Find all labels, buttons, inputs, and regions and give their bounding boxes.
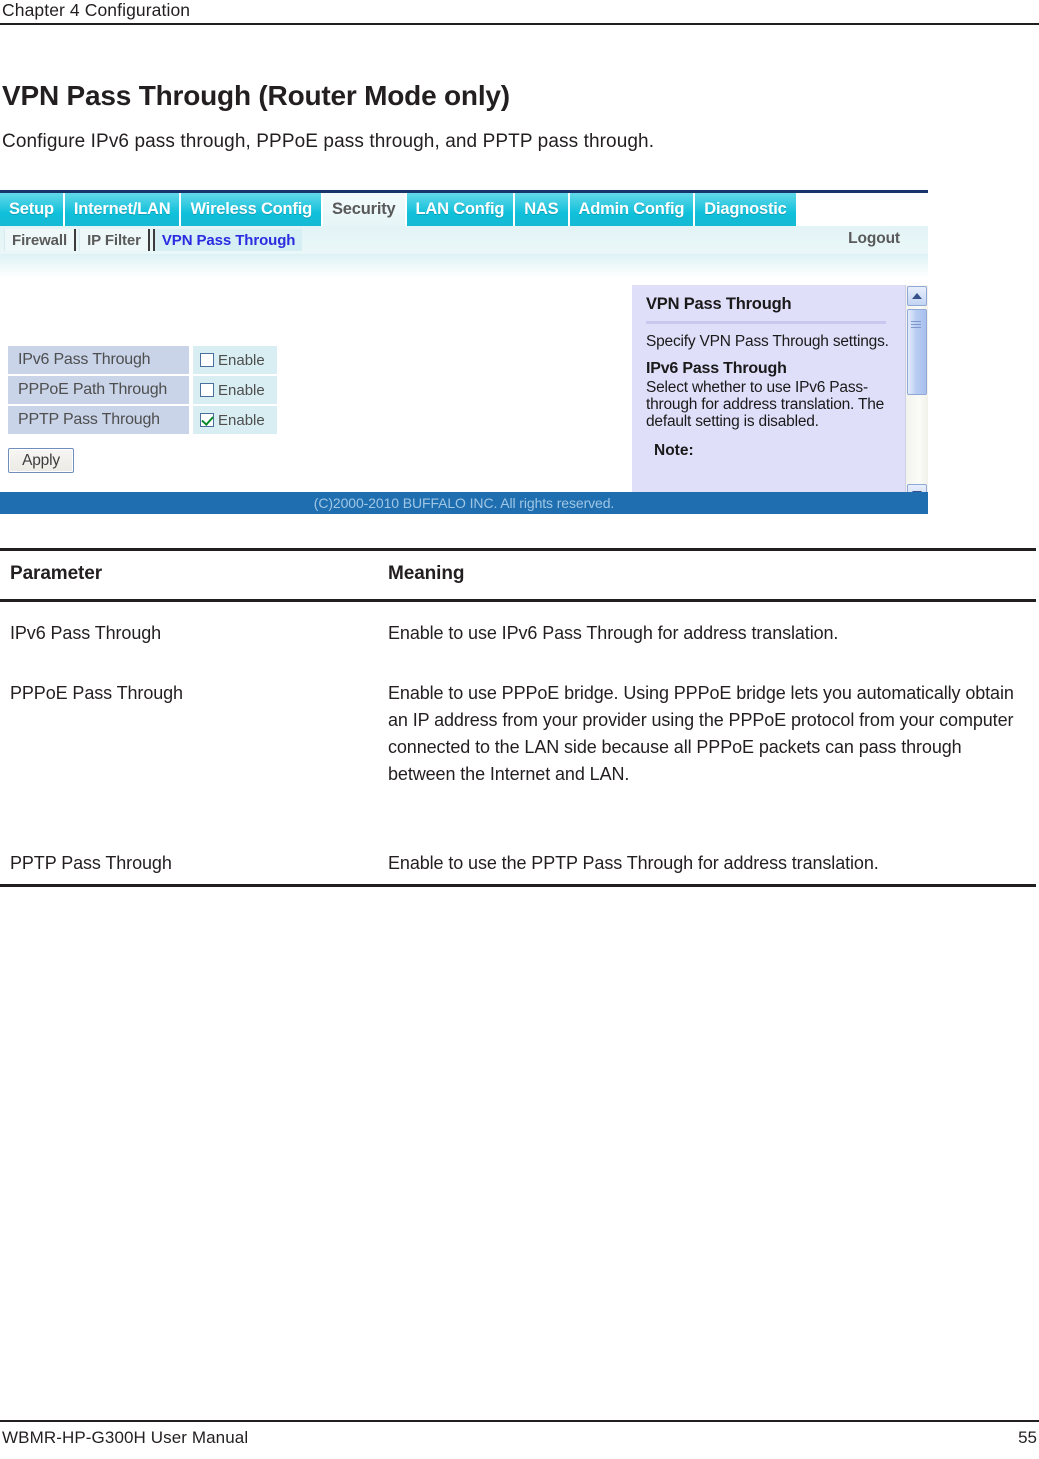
cell-parameter: PPPoE Pass Through bbox=[10, 683, 183, 703]
scrollbar-grip-icon bbox=[911, 321, 921, 330]
help-title: VPN Pass Through bbox=[646, 295, 792, 313]
setting-label-pptp: PPTP Pass Through bbox=[8, 406, 189, 434]
checkbox-pptp-enable[interactable] bbox=[200, 413, 214, 427]
column-header-parameter: Parameter bbox=[10, 563, 103, 584]
page-title: VPN Pass Through (Router Mode only) bbox=[2, 80, 510, 111]
help-panel-content: VPN Pass Through Specify VPN Pass Throug… bbox=[646, 295, 898, 460]
screenshot-copyright-bar: (C)2000-2010 BUFFALO INC. All rights res… bbox=[0, 492, 928, 514]
help-intro-text: Specify VPN Pass Through settings. bbox=[646, 333, 889, 350]
parameter-meaning-table: Parameter Meaning IPv6 Pass Through Enab… bbox=[0, 548, 1036, 887]
subnav-item-ip-filter[interactable]: IP Filter bbox=[79, 229, 150, 251]
help-divider bbox=[646, 321, 886, 324]
footer-manual-name: WBMR-HP-G300H User Manual bbox=[2, 1428, 249, 1447]
footer-page-number: 55 bbox=[1018, 1428, 1037, 1447]
setting-label-ipv6: IPv6 Pass Through bbox=[8, 346, 189, 374]
logout-link[interactable]: Logout bbox=[848, 230, 900, 248]
chevron-up-icon bbox=[912, 293, 922, 299]
help-panel-scrollbar[interactable] bbox=[905, 285, 928, 505]
help-note-label: Note: bbox=[654, 442, 694, 459]
copyright-text: (C)2000-2010 BUFFALO INC. All rights res… bbox=[313, 495, 615, 511]
table-row: PPTP Pass Through Enable to use the PPTP… bbox=[0, 832, 1036, 884]
nav-tab-admin-config[interactable]: Admin Config bbox=[569, 193, 696, 226]
setting-control-pptp[interactable]: Enable bbox=[193, 406, 277, 434]
cell-parameter: IPv6 Pass Through bbox=[10, 623, 162, 643]
checkbox-ipv6-enable[interactable] bbox=[200, 353, 214, 367]
header-rule bbox=[0, 23, 1039, 25]
nav-tab-setup[interactable]: Setup bbox=[0, 193, 65, 226]
nav-tab-security[interactable]: Security bbox=[323, 193, 407, 226]
main-navigation: Setup Internet/LAN Wireless Config Secur… bbox=[0, 193, 928, 226]
scroll-up-icon[interactable] bbox=[907, 286, 927, 306]
setting-row-ipv6: IPv6 Pass Through Enable bbox=[8, 346, 277, 374]
subnav-item-vpn-pass-through[interactable]: VPN Pass Through bbox=[152, 229, 303, 251]
checkbox-pppoe-enable[interactable] bbox=[200, 383, 214, 397]
setting-label-pppoe: PPPoE Path Through bbox=[8, 376, 189, 404]
setting-control-ipv6[interactable]: Enable bbox=[193, 346, 277, 374]
nav-tab-wireless-config[interactable]: Wireless Config bbox=[181, 193, 323, 226]
content-gradient-strip bbox=[0, 254, 928, 278]
cell-parameter: PPTP Pass Through bbox=[10, 853, 172, 873]
setting-control-pppoe[interactable]: Enable bbox=[193, 376, 277, 404]
nav-tab-diagnostic[interactable]: Diagnostic bbox=[695, 193, 796, 226]
nav-tab-internet-lan[interactable]: Internet/LAN bbox=[64, 193, 182, 226]
subnav-item-firewall[interactable]: Firewall bbox=[4, 229, 77, 251]
table-bottom-rule bbox=[0, 884, 1036, 887]
help-section-text: Select whether to use IPv6 Pass-through … bbox=[646, 379, 885, 430]
intro-paragraph: Configure IPv6 pass through, PPPoE pass … bbox=[2, 131, 655, 152]
vpn-settings-form: IPv6 Pass Through Enable PPPoE Path Thro… bbox=[8, 346, 277, 436]
table-header-row: Parameter Meaning bbox=[0, 551, 1036, 599]
cell-meaning: Enable to use the PPTP Pass Through for … bbox=[388, 853, 879, 873]
cell-meaning: Enable to use PPPoE bridge. Using PPPoE … bbox=[388, 683, 1014, 784]
table-row: IPv6 Pass Through Enable to use IPv6 Pas… bbox=[0, 602, 1036, 662]
setting-row-pppoe: PPPoE Path Through Enable bbox=[8, 376, 277, 404]
nav-tab-lan-config[interactable]: LAN Config bbox=[406, 193, 516, 226]
footer-rule bbox=[0, 1420, 1039, 1422]
checkbox-label-pppoe: Enable bbox=[218, 381, 265, 399]
column-header-meaning: Meaning bbox=[388, 563, 465, 584]
checkbox-label-ipv6: Enable bbox=[218, 351, 265, 369]
table-row: PPPoE Pass Through Enable to use PPPoE b… bbox=[0, 662, 1036, 832]
chapter-label: Chapter 4 Configuration bbox=[2, 0, 191, 20]
help-panel: VPN Pass Through Specify VPN Pass Throug… bbox=[632, 285, 928, 505]
router-ui-screenshot: Setup Internet/LAN Wireless Config Secur… bbox=[0, 190, 928, 522]
help-section-title: IPv6 Pass Through bbox=[646, 360, 787, 377]
setting-row-pptp: PPTP Pass Through Enable bbox=[8, 406, 277, 434]
cell-meaning: Enable to use IPv6 Pass Through for addr… bbox=[388, 623, 839, 643]
apply-button[interactable]: Apply bbox=[8, 448, 74, 473]
sub-navigation: Firewall IP Filter VPN Pass Through Logo… bbox=[0, 226, 928, 254]
nav-tab-nas[interactable]: NAS bbox=[515, 193, 570, 226]
checkbox-label-pptp: Enable bbox=[218, 411, 265, 429]
